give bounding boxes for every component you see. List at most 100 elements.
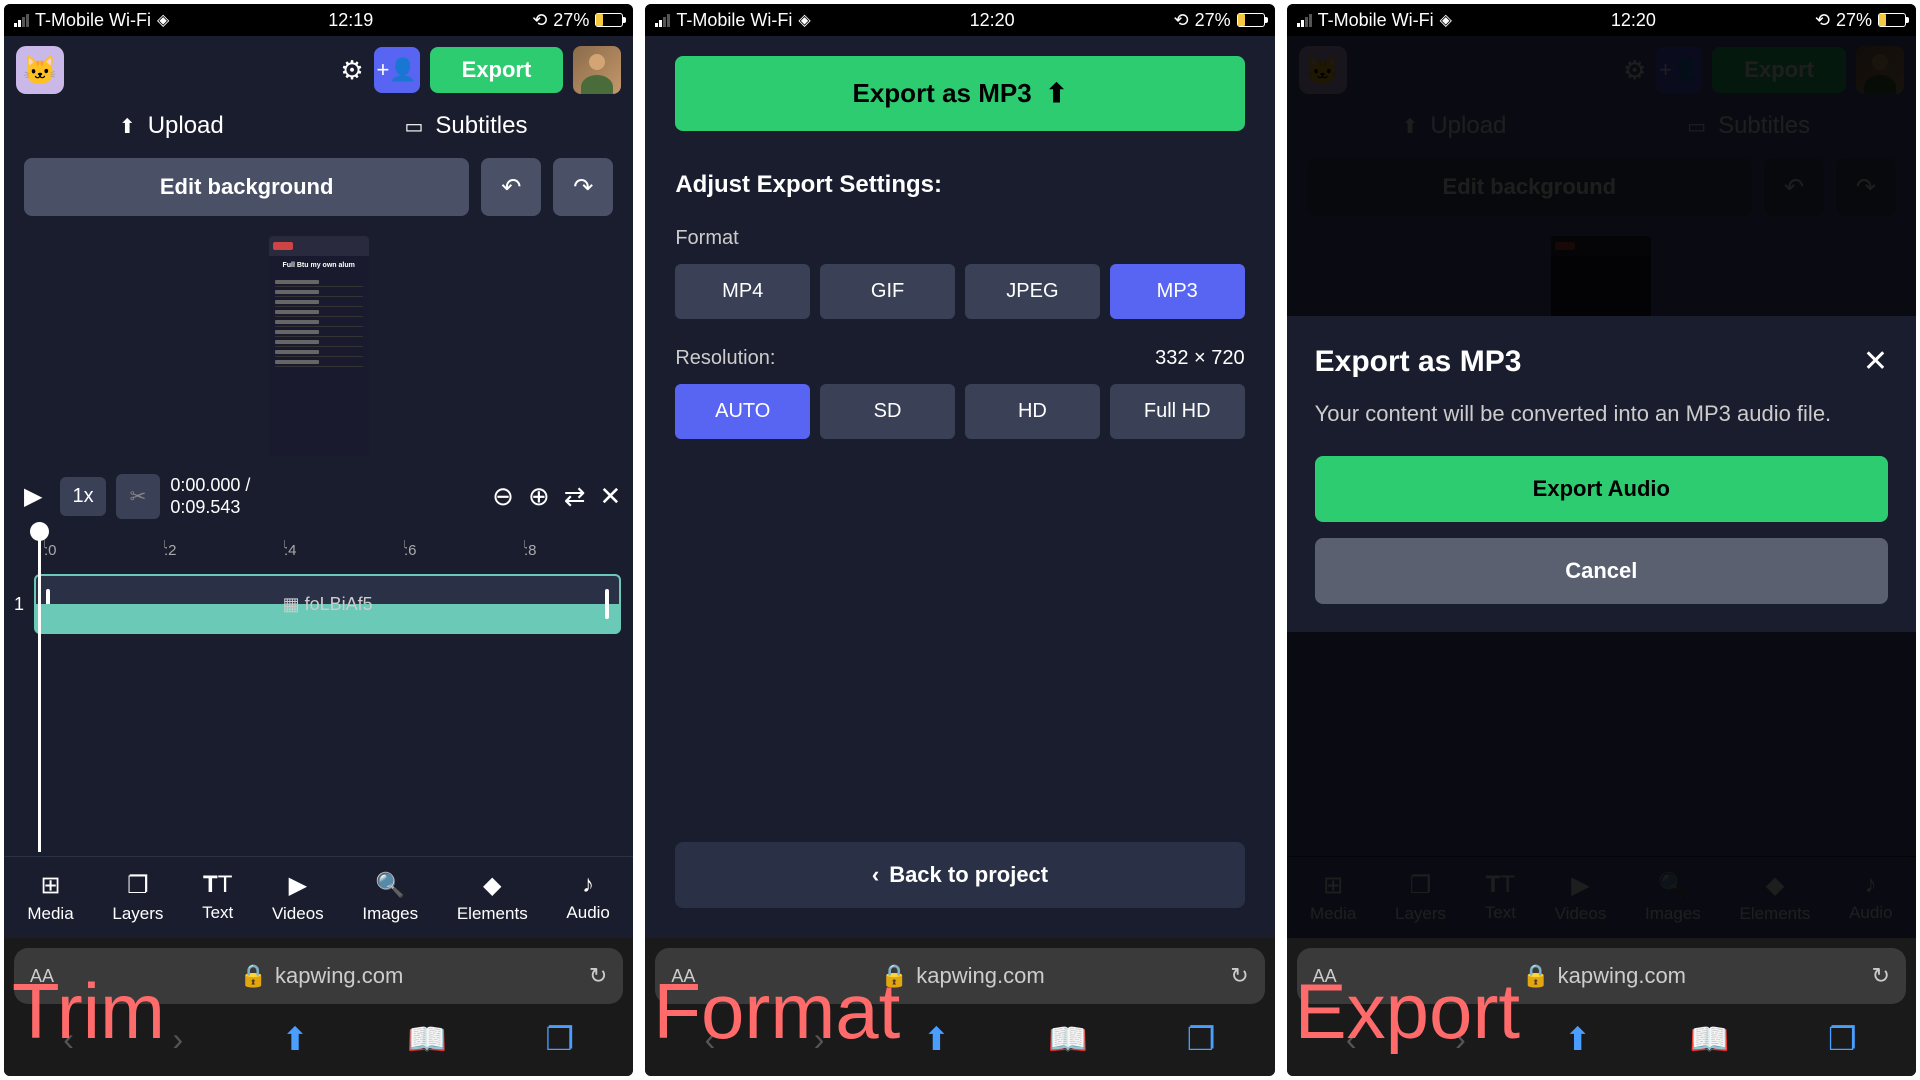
export-audio-button[interactable]: Export Audio [1315, 456, 1888, 522]
format-label: Format [675, 227, 1244, 250]
upload-tab[interactable]: ⬆Upload [24, 112, 319, 140]
forward-button[interactable]: › [172, 1020, 183, 1058]
preview-caption: Full Btu my own alum [271, 262, 367, 269]
audio-icon: ♪ [582, 871, 594, 899]
res-fullhd[interactable]: Full HD [1110, 384, 1245, 439]
rotation-lock-icon: ⟲ [1174, 10, 1189, 31]
tabs-button[interactable]: ❐ [1828, 1020, 1857, 1058]
signal-icon [655, 14, 670, 27]
status-bar: T-Mobile Wi-Fi◈ 12:20 ⟲27% [645, 4, 1274, 36]
fit-button[interactable]: ⇄ [564, 481, 586, 512]
format-mp4[interactable]: MP4 [675, 264, 810, 319]
add-user-button[interactable]: +👤 [374, 47, 420, 93]
export-button[interactable]: Export [430, 47, 564, 93]
tool-layers[interactable]: ❐Layers [112, 871, 163, 924]
edit-background-button[interactable]: Edit background [24, 158, 469, 216]
res-auto[interactable]: AUTO [675, 384, 810, 439]
clock: 12:19 [328, 10, 373, 31]
signal-icon [1297, 14, 1312, 27]
undo-button[interactable]: ↶ [481, 158, 541, 216]
elements-icon: ◆ [483, 871, 501, 900]
battery-icon [595, 13, 623, 27]
phone-2-format: T-Mobile Wi-Fi◈ 12:20 ⟲27% Export as MP3… [645, 4, 1274, 1076]
timeline-controls: ▶ 1x ✂ 0:00.000 / 0:09.543 ⊖ ⊕ ⇄ ✕ [4, 466, 633, 527]
format-gif[interactable]: GIF [820, 264, 955, 319]
chevron-left-icon: ‹ [872, 862, 879, 888]
modal-description: Your content will be converted into an M… [1315, 399, 1888, 430]
close-icon[interactable]: ✕ [1863, 344, 1888, 379]
tool-media[interactable]: ⊞Media [27, 871, 73, 924]
export-settings-page: Export as MP3⬆ Adjust Export Settings: F… [645, 36, 1274, 938]
speed-button[interactable]: 1x [60, 477, 105, 516]
tool-text[interactable]: TTText [202, 871, 233, 924]
bookmarks-button[interactable]: 📖 [1048, 1020, 1088, 1058]
format-mp3[interactable]: MP3 [1110, 264, 1245, 319]
modal-title: Export as MP3 [1315, 345, 1522, 379]
format-jpeg[interactable]: JPEG [965, 264, 1100, 319]
share-button[interactable]: ⬆ [1564, 1020, 1591, 1058]
res-sd[interactable]: SD [820, 384, 955, 439]
tool-videos[interactable]: ▶Videos [272, 871, 324, 924]
close-timeline-button[interactable]: ✕ [600, 481, 622, 512]
clock: 12:20 [1611, 10, 1656, 31]
step-label-export: Export [1295, 972, 1520, 1050]
reload-icon[interactable]: ↻ [1872, 963, 1890, 989]
resolution-row: AUTO SD HD Full HD [675, 384, 1244, 439]
tool-elements[interactable]: ◆Elements [457, 871, 528, 924]
share-icon: ⬆ [1046, 78, 1068, 109]
tool-audio[interactable]: ♪Audio [566, 871, 609, 924]
redo-button[interactable]: ↷ [553, 158, 613, 216]
ruler: :0 :2 :4 :6 :8 [4, 542, 633, 570]
phone-3-export: T-Mobile Wi-Fi◈ 12:20 ⟲27% 🐱 ⚙ +👤 Export… [1287, 4, 1916, 1076]
rotation-lock-icon: ⟲ [532, 10, 547, 31]
upload-icon: ⬆ [119, 114, 136, 139]
wifi-icon: ◈ [1440, 10, 1452, 30]
export-as-mp3-button[interactable]: Export as MP3⬆ [675, 56, 1244, 131]
bookmarks-button[interactable]: 📖 [407, 1020, 447, 1058]
resolution-label: Resolution: [675, 347, 775, 370]
battery-icon [1878, 13, 1906, 27]
wifi-icon: ◈ [798, 10, 810, 30]
time-display: 0:00.000 / 0:09.543 [170, 475, 250, 518]
cancel-button[interactable]: Cancel [1315, 538, 1888, 604]
rotation-lock-icon: ⟲ [1815, 10, 1830, 31]
tabs-button[interactable]: ❐ [1187, 1020, 1216, 1058]
res-hd[interactable]: HD [965, 384, 1100, 439]
export-modal: Export as MP3 ✕ Your content will be con… [1287, 316, 1916, 632]
zoom-in-button[interactable]: ⊕ [528, 481, 550, 512]
settings-title: Adjust Export Settings: [675, 171, 1244, 199]
subtitles-tab[interactable]: ▭Subtitles [319, 112, 614, 140]
video-clip[interactable]: ▦ foLBiAf5 [34, 574, 621, 634]
share-button[interactable]: ⬆ [282, 1020, 309, 1058]
top-toolbar: 🐱 ⚙ +👤 Export [4, 36, 633, 104]
share-button[interactable]: ⬆ [923, 1020, 950, 1058]
zoom-out-button[interactable]: ⊖ [492, 481, 514, 512]
playhead[interactable] [38, 532, 41, 852]
resolution-value: 332 × 720 [1155, 347, 1245, 370]
timeline[interactable]: :0 :2 :4 :6 :8 1 ▦ foLBiAf5 [4, 532, 633, 654]
battery-pct: 27% [553, 10, 589, 31]
subtitles-icon: ▭ [405, 114, 424, 139]
lock-icon: 🔒 [1522, 963, 1549, 989]
play-button[interactable]: ▶ [16, 474, 50, 519]
gear-icon[interactable]: ⚙ [340, 55, 363, 86]
step-label-format: Format [653, 972, 900, 1050]
cut-button[interactable]: ✂ [116, 474, 161, 519]
reload-icon[interactable]: ↻ [1230, 963, 1248, 989]
tool-images[interactable]: 🔍Images [362, 871, 418, 924]
sub-toolbar: ⬆Upload ▭Subtitles [4, 104, 633, 148]
app-avatar[interactable]: 🐱 [16, 46, 64, 94]
clip-handle-right[interactable] [605, 589, 609, 619]
carrier-label: T-Mobile Wi-Fi [35, 10, 151, 31]
reload-icon[interactable]: ↻ [589, 963, 607, 989]
bookmarks-button[interactable]: 📖 [1690, 1020, 1730, 1058]
status-bar: T-Mobile Wi-Fi ◈ 12:19 ⟲ 27% [4, 4, 633, 36]
tabs-button[interactable]: ❐ [545, 1020, 574, 1058]
video-preview[interactable]: Full Btu my own alum [269, 236, 369, 456]
text-icon: TT [203, 871, 232, 899]
back-to-project-button[interactable]: ‹Back to project [675, 842, 1244, 908]
user-avatar[interactable] [573, 46, 621, 94]
format-row: MP4 GIF JPEG MP3 [675, 264, 1244, 319]
wifi-icon: ◈ [157, 10, 169, 30]
track-row: 1 ▦ foLBiAf5 [4, 570, 633, 638]
